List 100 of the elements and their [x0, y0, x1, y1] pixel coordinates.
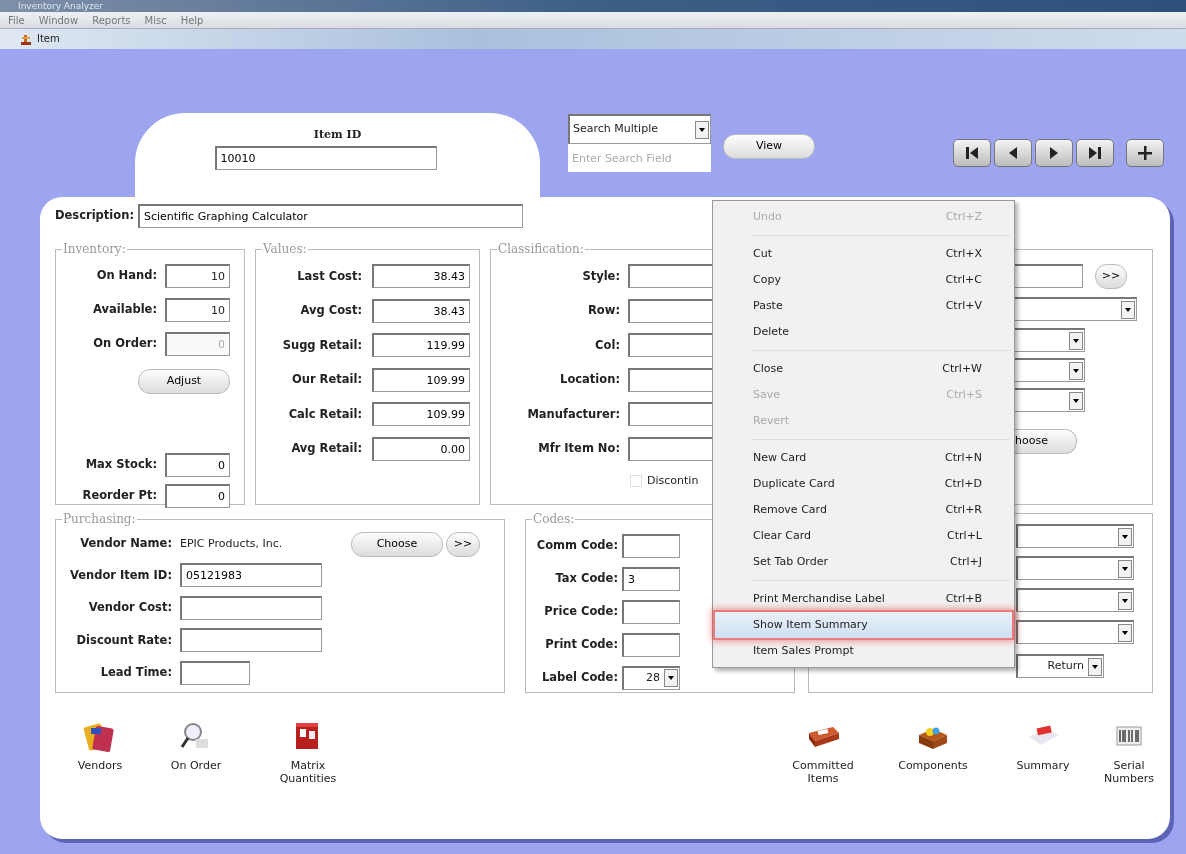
field-label: Sugg Retail: [281, 336, 362, 354]
field-label: Print Code: [544, 635, 618, 653]
menu-item[interactable]: Cut Ctrl+X [715, 241, 1012, 267]
next-record-button[interactable] [1035, 139, 1073, 167]
menu-item[interactable]: Window [38, 12, 79, 28]
tool-label[interactable]: Matrix Quantities [267, 759, 349, 786]
view-button[interactable]: View [723, 134, 815, 159]
input-field[interactable]: 38.43 [372, 264, 470, 289]
shortcut-text: Ctrl+X [945, 245, 982, 262]
dropdown[interactable] [1016, 524, 1134, 548]
previous-record-button[interactable] [994, 139, 1032, 167]
shortcut-text: Ctrl+J [949, 553, 982, 570]
shortcut-text: Ctrl+C [945, 271, 982, 288]
checkbox[interactable] [630, 475, 642, 487]
shortcut-text: Ctrl+S [946, 386, 982, 403]
field-label: Mfr Item No: [537, 440, 620, 458]
input-field[interactable] [622, 599, 680, 624]
menu-item[interactable]: Duplicate Card Ctrl+D [715, 471, 1012, 497]
field-label: Available: [92, 301, 157, 319]
field-label: Calc Retail: [287, 405, 362, 423]
menu-item[interactable]: Clear Card Ctrl+L [715, 523, 1012, 549]
input-field[interactable] [622, 632, 680, 657]
dropdown[interactable] [1016, 556, 1134, 580]
last-record-button[interactable] [1076, 139, 1114, 167]
caret-icon [1088, 657, 1102, 676]
caret-icon [1118, 623, 1132, 642]
menu-item[interactable]: File [8, 12, 25, 28]
more-button[interactable]: >> [446, 531, 480, 557]
input-field[interactable]: 05121983 [180, 563, 322, 588]
dropdown[interactable]: Return [1016, 654, 1104, 678]
menu-item[interactable]: Help [180, 12, 204, 28]
field-label: Col: [594, 336, 620, 354]
input-field[interactable] [180, 660, 250, 685]
item-id-field[interactable]: 10010 [214, 145, 437, 170]
input-field[interactable]: 109.99 [372, 367, 470, 392]
dropdown[interactable] [1016, 620, 1134, 644]
shortcut-text: Ctrl+D [944, 475, 982, 492]
window-title: Inventory Analyzer [18, 0, 103, 12]
field-label: Label Code: [540, 668, 618, 686]
menu-item[interactable]: Show Item Summary [715, 612, 1012, 638]
tool-label[interactable]: Vendors [77, 759, 123, 773]
tool-label[interactable]: Summary [1016, 759, 1070, 773]
menu-item[interactable]: New Card Ctrl+N [715, 445, 1012, 471]
menu-item[interactable]: Item Sales Prompt [715, 638, 1012, 664]
menu-item[interactable]: Reports [92, 12, 131, 28]
menu-item[interactable]: Delete [715, 319, 1012, 345]
shortcut-text: Ctrl+W [942, 360, 982, 377]
field-label: On Hand: [95, 267, 157, 285]
input-field[interactable] [622, 533, 680, 558]
first-record-button[interactable] [953, 139, 991, 167]
field-label: On Order: [92, 335, 157, 353]
menu-item[interactable]: Print Merchandise Label Ctrl+B [715, 586, 1012, 612]
search-field[interactable]: Enter Search Field [568, 144, 711, 172]
skip-forward-icon [1086, 144, 1104, 162]
caret-icon [1069, 361, 1083, 380]
field-label: Style: [581, 267, 620, 285]
add-record-button[interactable] [1126, 139, 1164, 167]
caret-icon [1118, 559, 1132, 578]
input-field[interactable]: 119.99 [372, 333, 470, 358]
skip-back-icon [963, 144, 981, 162]
shortcut-text: Ctrl+N [944, 449, 982, 466]
tool-label[interactable]: On Order [170, 759, 222, 773]
dropdown[interactable]: Search Multiple [568, 114, 711, 144]
input-field[interactable]: 3 [622, 566, 680, 591]
tool-label[interactable]: Committed Items [782, 759, 864, 786]
input-field[interactable] [180, 628, 322, 653]
menu-item[interactable]: Misc [144, 12, 167, 28]
checkbox-label: Discontin [647, 472, 699, 489]
choose-button[interactable]: Choose [351, 531, 443, 557]
input-field[interactable]: 0 [165, 452, 230, 477]
field-label: Vendor Name: [79, 535, 172, 553]
menu-item[interactable]: Set Tab Order Ctrl+J [715, 549, 1012, 575]
input-field[interactable]: 10 [165, 298, 230, 322]
menu-item[interactable]: Copy Ctrl+C [715, 267, 1012, 293]
more-button[interactable]: >> [1095, 263, 1127, 289]
dropdown[interactable]: 28 [622, 665, 680, 690]
field-label: Manufacturer: [526, 405, 620, 423]
field-label: Item ID [313, 127, 362, 143]
input-field[interactable]: 0.00 [372, 436, 470, 461]
input-field[interactable]: 109.99 [372, 402, 470, 427]
input-field[interactable]: 0 [165, 483, 230, 508]
tool-label[interactable]: Components [898, 759, 968, 773]
shortcut-text: Ctrl+B [945, 590, 982, 607]
dropdown[interactable] [1016, 588, 1134, 612]
input-field[interactable] [180, 595, 322, 620]
field-label: Max Stock: [84, 455, 157, 473]
field-label: Reorder Pt: [81, 486, 157, 504]
menu-item[interactable]: Remove Card Ctrl+R [715, 497, 1012, 523]
caret-icon [664, 669, 678, 687]
input-field[interactable]: 38.43 [372, 298, 470, 323]
caret-icon [1069, 331, 1083, 350]
shortcut-text: Ctrl+Z [945, 208, 982, 225]
tool-label[interactable]: Serial Numbers [1088, 759, 1170, 786]
menu-item[interactable]: Paste Ctrl+V [715, 293, 1012, 319]
input-field[interactable]: 10 [165, 264, 230, 288]
adjust-button[interactable]: Adjust [138, 368, 230, 394]
description-field[interactable]: Scientific Graphing Calculator [138, 204, 523, 228]
menu-item[interactable]: Close Ctrl+W [715, 356, 1012, 382]
caret-icon [1069, 391, 1083, 410]
shortcut-text: Ctrl+L [947, 527, 982, 544]
